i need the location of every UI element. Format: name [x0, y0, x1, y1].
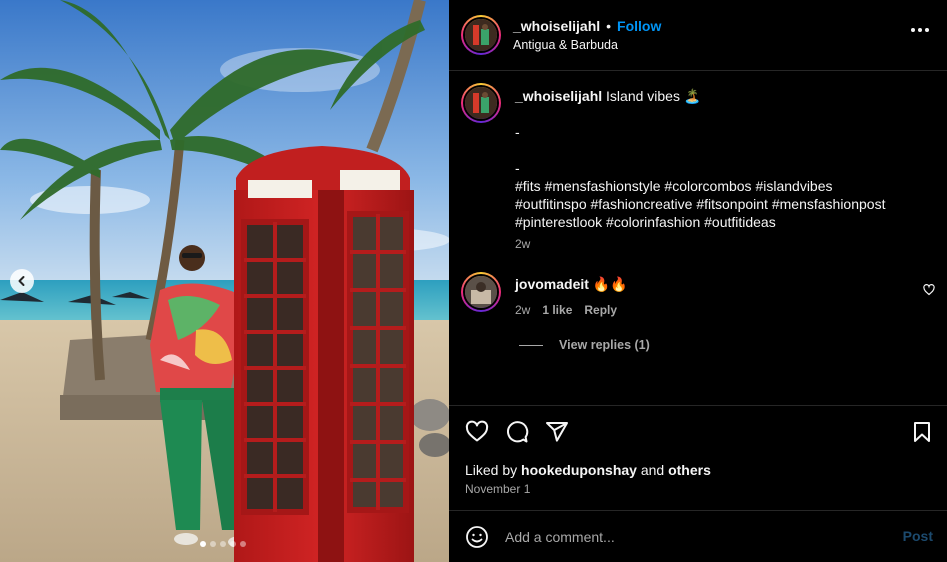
caption-timestamp[interactable]: 2w — [515, 237, 530, 251]
caption-dash: - — [515, 124, 520, 140]
caption-dash: - — [515, 160, 520, 176]
post-location[interactable]: Antigua & Barbuda — [513, 38, 618, 52]
comment-input[interactable] — [505, 525, 885, 549]
comment-meta: 2w 1 like Reply — [515, 303, 617, 317]
caption-username[interactable]: _whoiselijahl — [515, 88, 602, 104]
caption-author-avatar[interactable] — [461, 83, 501, 123]
liked-by-others[interactable]: others — [668, 462, 711, 478]
carousel-indicator — [200, 541, 246, 547]
hashtags-line[interactable]: #pinterestlook #colorinfashion #outfitid… — [515, 213, 935, 231]
carousel-dot — [220, 541, 226, 547]
commenter-avatar[interactable] — [461, 272, 501, 312]
author-username[interactable]: _whoiselijahl — [513, 18, 600, 34]
comment-text: 🔥🔥 — [592, 276, 628, 292]
comment-icon[interactable] — [505, 420, 529, 444]
liked-by-prefix: Liked by — [465, 462, 518, 478]
follow-button[interactable]: Follow — [617, 18, 661, 34]
telephone-booth-beach-photo — [0, 0, 449, 562]
comment-reply-button[interactable]: Reply — [584, 303, 617, 317]
bookmark-icon[interactable] — [911, 420, 933, 444]
action-bar — [465, 420, 569, 444]
post-date[interactable]: November 1 — [465, 482, 530, 496]
replies-line — [519, 344, 543, 346]
post-photo[interactable] — [0, 0, 449, 562]
author-avatar-image — [465, 19, 497, 51]
carousel-dot — [210, 541, 216, 547]
island-emoji: 🏝️ — [683, 88, 702, 104]
header-user-row: _whoiselijahl • Follow — [513, 18, 661, 34]
carousel-dot — [200, 541, 206, 547]
carousel-dot — [240, 541, 246, 547]
liked-by-and: and — [640, 462, 665, 478]
view-replies-button[interactable]: View replies (1) — [519, 338, 650, 352]
post-actions-section: Liked by hookeduponshay and others Novem… — [449, 405, 947, 510]
heart-icon[interactable] — [923, 284, 935, 296]
comment-likes[interactable]: 1 like — [542, 303, 572, 317]
view-replies-label: View replies (1) — [559, 338, 650, 352]
carousel-dot — [230, 541, 236, 547]
liked-by-user[interactable]: hookeduponshay — [521, 462, 637, 478]
heart-icon[interactable] — [465, 420, 489, 444]
add-comment-bar: Post — [449, 510, 947, 562]
author-avatar[interactable] — [461, 15, 501, 55]
hashtags-line[interactable]: #fits #mensfashionstyle #colorcombos #is… — [515, 177, 935, 195]
more-options-button[interactable] — [907, 24, 933, 36]
comment-username[interactable]: jovomadeit — [515, 276, 589, 292]
post-header: _whoiselijahl • Follow Antigua & Barbuda — [449, 0, 947, 71]
hashtags-line[interactable]: #outfitinspo #fashioncreative #fitsonpoi… — [515, 195, 935, 213]
carousel-prev-button[interactable] — [10, 269, 34, 293]
separator-dot: • — [606, 18, 612, 34]
post-caption: _whoiselijahl Island vibes 🏝️ - - #fits … — [515, 87, 935, 231]
emoji-icon[interactable] — [465, 525, 489, 549]
share-icon[interactable] — [545, 420, 569, 444]
comment-timestamp[interactable]: 2w — [515, 303, 530, 317]
caption-text: Island vibes — [606, 88, 680, 104]
comment-body: jovomadeit 🔥🔥 — [515, 276, 628, 293]
chevron-left-icon — [18, 276, 25, 286]
post-sidebar: _whoiselijahl • Follow Antigua & Barbuda… — [449, 0, 947, 562]
liked-by-line: Liked by hookeduponshay and others — [465, 462, 711, 478]
commenter-avatar-image — [465, 276, 497, 308]
caption-avatar-image — [465, 87, 497, 119]
more-icon — [911, 28, 915, 32]
post-comment-button[interactable]: Post — [903, 528, 933, 544]
